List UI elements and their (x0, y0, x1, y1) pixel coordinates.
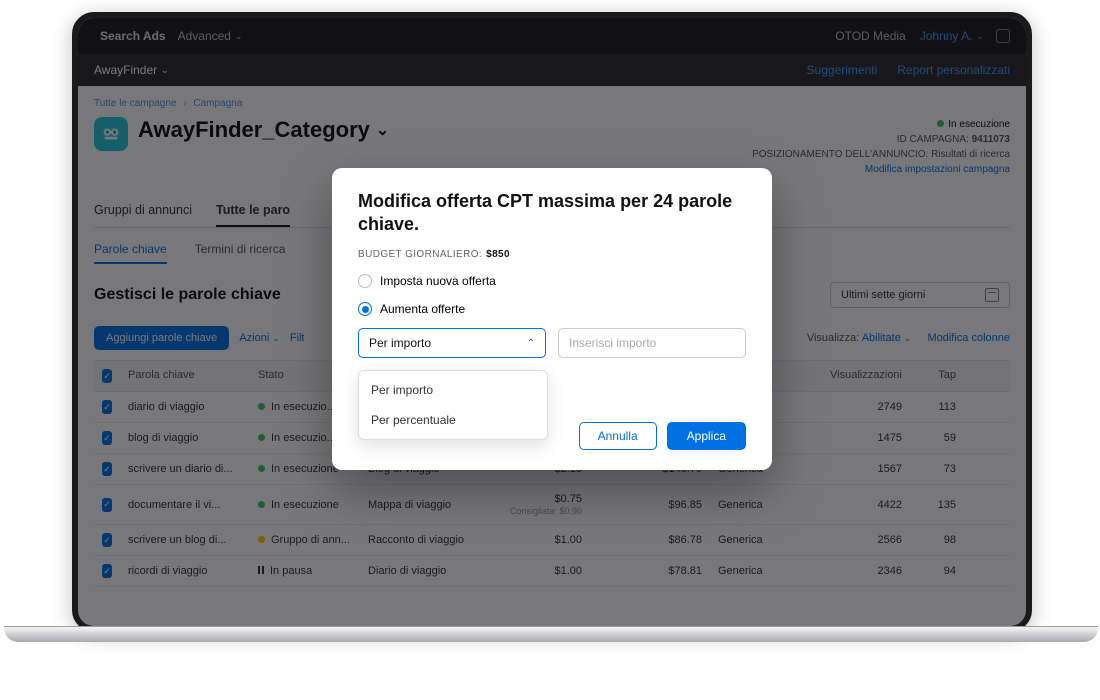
amount-input[interactable] (558, 328, 746, 358)
daily-budget: BUDGET GIORNALIERO:$850 (358, 249, 746, 260)
cancel-button[interactable]: Annulla (579, 422, 657, 450)
increase-type-select[interactable]: Per importo ⌃ (358, 328, 546, 358)
laptop-base (4, 626, 1098, 642)
increase-type-options: Per importo Per percentuale (358, 370, 548, 440)
modal-title: Modifica offerta CPT massima per 24 paro… (358, 190, 746, 235)
apply-button[interactable]: Applica (667, 422, 746, 450)
radio-icon (358, 274, 372, 288)
radio-icon (358, 302, 372, 316)
edit-bid-modal: Modifica offerta CPT massima per 24 paro… (332, 168, 772, 470)
chevron-up-icon: ⌃ (527, 338, 535, 349)
option-by-percentage[interactable]: Per percentuale (359, 405, 547, 435)
radio-increase-bids[interactable]: Aumenta offerte (358, 302, 746, 316)
modal-overlay: Modifica offerta CPT massima per 24 paro… (78, 18, 1026, 626)
radio-set-new-bid[interactable]: Imposta nuova offerta (358, 274, 746, 288)
option-by-amount[interactable]: Per importo (359, 375, 547, 405)
